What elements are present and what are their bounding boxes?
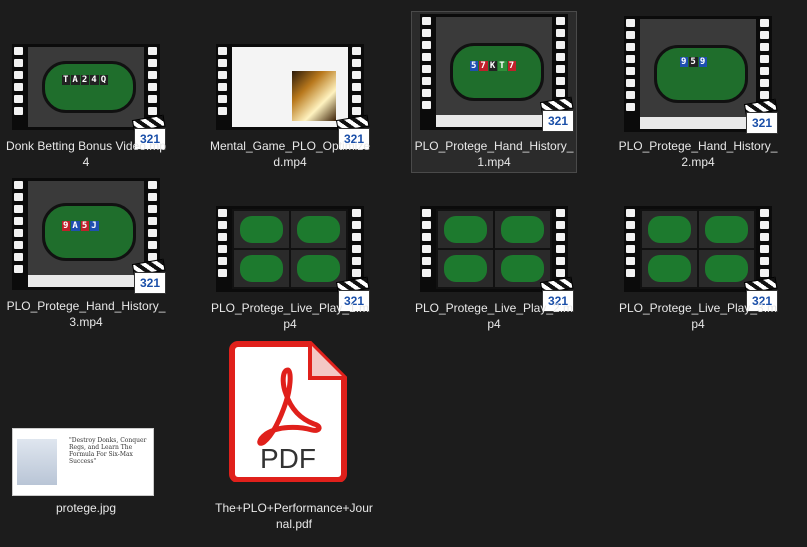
video-thumbnail: 321	[216, 44, 370, 150]
media-player-icon: 321	[743, 98, 778, 134]
media-player-icon: 321	[131, 258, 166, 294]
file-name: Mental_Game_PLO_Optimized.mp4	[209, 139, 371, 169]
file-name: PLO_Protege_Hand_History_2.mp4	[618, 139, 778, 169]
video-thumbnail: 9A5J 321	[12, 178, 166, 294]
video-thumbnail: 321	[420, 206, 574, 312]
file-name: protege.jpg	[55, 501, 117, 515]
file-item[interactable]: 9A5J 321 PLO_Protege_Hand_History_3.mp4	[4, 178, 168, 334]
file-item[interactable]: 321 PLO_Protege_Live_Play_2.mp4	[412, 206, 576, 331]
file-item[interactable]: 959 321 PLO_Protege_Hand_History_2.mp4	[616, 16, 780, 172]
file-name: The+PLO+Performance+Journal.pdf	[215, 501, 373, 531]
file-item[interactable]: 321 PLO_Protege_Live_Play_3.mp4	[616, 206, 780, 331]
video-thumbnail: 321	[624, 206, 778, 312]
video-thumbnail: 57KT7 321	[420, 14, 574, 132]
file-name: PLO_Protege_Live_Play_3.mp4	[618, 301, 778, 331]
svg-text:PDF: PDF	[260, 443, 316, 474]
file-name: PLO_Protege_Live_Play_1.mp4	[210, 301, 370, 331]
video-thumbnail: TA24Q 321	[12, 44, 166, 150]
video-thumbnail: 321	[216, 206, 370, 312]
file-name: PLO_Protege_Hand_History_1.mp4	[414, 139, 574, 169]
file-item[interactable]: 321 PLO_Protege_Live_Play_1.mp4	[208, 206, 372, 331]
file-item[interactable]: 57KT7 321 PLO_Protege_Hand_History_1.mp4	[411, 11, 577, 173]
file-name: PLO_Protege_Hand_History_3.mp4	[6, 299, 166, 329]
file-name: PLO_Protege_Live_Play_2.mp4	[414, 301, 574, 331]
file-name: Donk Betting Bonus Video.mp4	[6, 139, 166, 169]
file-item[interactable]: TA24Q 321 Donk Betting Bonus Video.mp4	[4, 44, 168, 169]
media-player-icon: 321	[539, 96, 574, 132]
file-item[interactable]: 321 Mental_Game_PLO_Optimized.mp4	[208, 44, 372, 172]
file-item[interactable]: PDF The+PLO+Performance+Journal.pdf	[212, 340, 376, 536]
file-item[interactable]: "Destroy Donks, Conquer Regs, and Learn …	[4, 420, 168, 520]
pdf-icon: PDF	[228, 340, 348, 483]
video-thumbnail: 959 321	[624, 16, 778, 134]
